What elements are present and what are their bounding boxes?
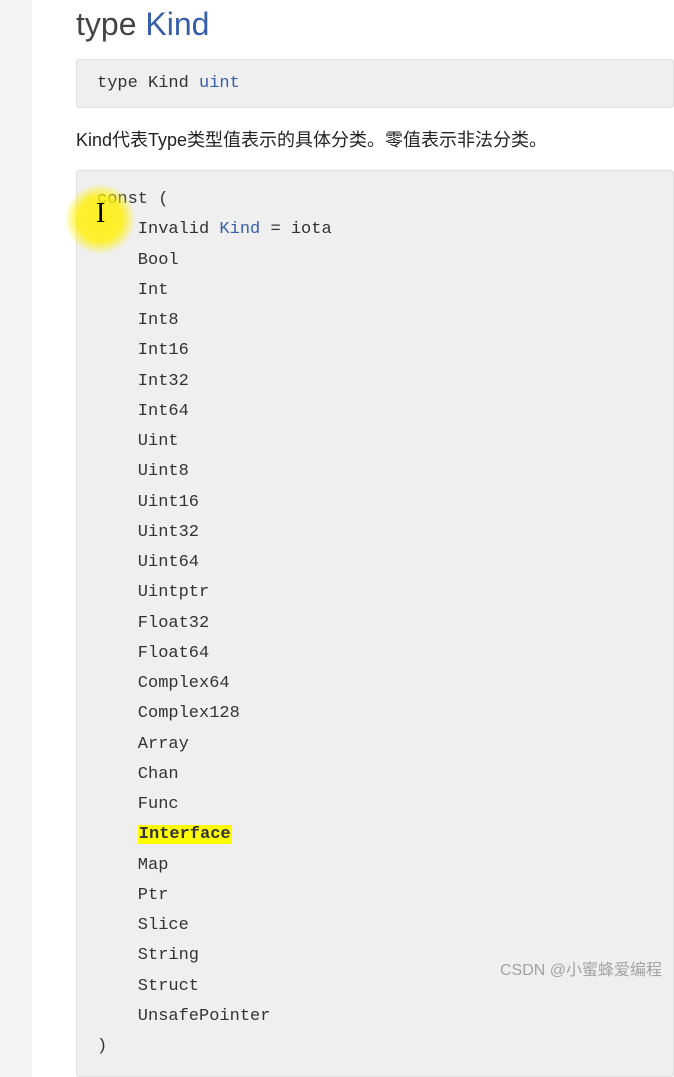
const-block: const ( Invalid Kind = iota Bool Int Int8 I… [76, 170, 674, 1077]
decl-keyword: type [97, 74, 138, 93]
const-iota: iota [291, 220, 332, 239]
const-item-name: String [138, 946, 199, 965]
heading-typename: Kind [145, 6, 209, 42]
const-item-name: Array [138, 735, 189, 754]
const-item: Int8 [97, 306, 653, 336]
const-item-name: Complex128 [138, 704, 240, 723]
const-item: Slice [97, 911, 653, 941]
const-item-name: Ptr [138, 886, 169, 905]
const-item-name: Uintptr [138, 583, 209, 602]
const-eq: = [270, 220, 280, 239]
const-item-name: Complex64 [138, 674, 230, 693]
const-item: Func [97, 790, 653, 820]
const-item-name: Chan [138, 765, 179, 784]
const-first-type: Kind [219, 220, 260, 239]
const-item-name: Bool [138, 251, 179, 270]
const-item: Uint [97, 427, 653, 457]
const-item: Int [97, 276, 653, 306]
const-item: Complex128 [97, 699, 653, 729]
type-heading: type Kind [32, 6, 674, 59]
const-item-name: Uint8 [138, 462, 189, 481]
const-first-name: Invalid [138, 220, 209, 239]
const-item-name: Map [138, 856, 169, 875]
const-close: ) [97, 1032, 653, 1062]
const-item-name: Uint [138, 432, 179, 451]
highlighted-const: Interface [138, 825, 232, 844]
const-item: Array [97, 730, 653, 760]
decl-name: Kind [148, 74, 189, 93]
const-item: Complex64 [97, 669, 653, 699]
const-item-name: Float64 [138, 644, 209, 663]
const-item-name: Func [138, 795, 179, 814]
watermark-text: CSDN @小蜜蜂爱编程 [500, 956, 662, 980]
const-item-name: Int8 [138, 311, 179, 330]
const-item: Uint8 [97, 457, 653, 487]
const-item: Int16 [97, 336, 653, 366]
const-item-name: Int64 [138, 402, 189, 421]
const-item: Int64 [97, 397, 653, 427]
const-item: Uintptr [97, 578, 653, 608]
const-first-line: Invalid Kind = iota [97, 215, 653, 245]
description-text: Kind代表Type类型值表示的具体分类。零值表示非法分类。 [32, 126, 674, 170]
const-items-container: Bool Int Int8 Int16 Int32 Int64 Uint Uint8 Uint1… [97, 246, 653, 1033]
const-item: Uint64 [97, 548, 653, 578]
decl-base: uint [199, 74, 240, 93]
const-item-name: Int [138, 281, 169, 300]
const-item: Uint32 [97, 518, 653, 548]
doc-content: type Kind type Kind uint Kind代表Type类型值表示… [32, 0, 674, 1077]
const-item: Chan [97, 760, 653, 790]
type-declaration-box: type Kind uint [76, 59, 674, 108]
const-item: Ptr [97, 881, 653, 911]
const-item-name: UnsafePointer [138, 1007, 271, 1026]
const-item-name: Uint16 [138, 493, 199, 512]
const-item: Interface [97, 820, 653, 850]
const-item: Float64 [97, 639, 653, 669]
const-item: Uint16 [97, 488, 653, 518]
const-item-name: Uint32 [138, 523, 199, 542]
const-item-name: Int16 [138, 341, 189, 360]
const-item: Map [97, 851, 653, 881]
const-item-name: Slice [138, 916, 189, 935]
const-item-name: Struct [138, 977, 199, 996]
const-open: const ( [97, 185, 653, 215]
const-item: UnsafePointer [97, 1002, 653, 1032]
const-item: Int32 [97, 367, 653, 397]
const-item: Bool [97, 246, 653, 276]
const-item-name: Int32 [138, 372, 189, 391]
const-item-name: Float32 [138, 614, 209, 633]
const-item-name: Uint64 [138, 553, 199, 572]
const-item: Float32 [97, 609, 653, 639]
heading-keyword: type [76, 6, 136, 42]
